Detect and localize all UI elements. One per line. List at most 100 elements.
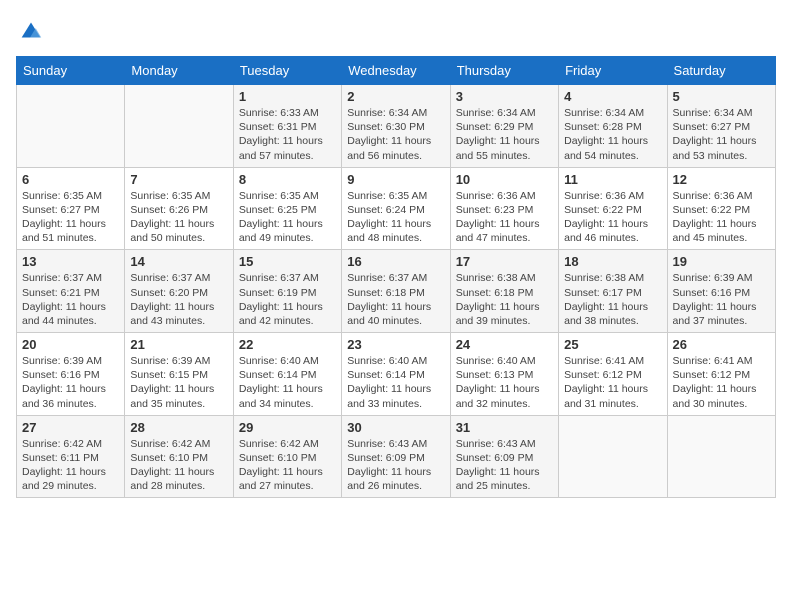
calendar-cell: 23Sunrise: 6:40 AM Sunset: 6:14 PM Dayli… <box>342 333 450 416</box>
calendar-week-row: 20 Sunrise: 6:39 AM Sunset: 6:16 PM Dayli… <box>17 333 776 416</box>
day-info: Sunrise: 6:41 AM Sunset: 6:12 PM Dayligh… <box>564 354 661 411</box>
day-info: Sunrise: 6:35 AM Sunset: 6:26 PM Dayligh… <box>130 189 227 246</box>
calendar-cell: 5 Sunrise: 6:34 AM Sunset: 6:27 PM Daylig… <box>667 85 775 168</box>
calendar-cell: 6 Sunrise: 6:35 AM Sunset: 6:27 PM Daylig… <box>17 167 125 250</box>
day-number: 19 <box>673 254 770 269</box>
calendar-cell: 10 Sunrise: 6:36 AM Sunset: 6:23 PM Dayli… <box>450 167 558 250</box>
calendar-cell <box>559 415 667 498</box>
calendar-cell: 11 Sunrise: 6:36 AM Sunset: 6:22 PM Dayli… <box>559 167 667 250</box>
day-number: 29 <box>239 420 336 435</box>
day-info: Sunrise: 6:43 AM Sunset: 6:09 PM Dayligh… <box>456 437 553 494</box>
day-info: Sunrise: 6:38 AM Sunset: 6:17 PM Dayligh… <box>564 271 661 328</box>
calendar-cell: 17 Sunrise: 6:38 AM Sunset: 6:18 PM Dayli… <box>450 250 558 333</box>
day-number: 21 <box>130 337 227 352</box>
calendar-cell <box>667 415 775 498</box>
weekday-header-monday: Monday <box>125 57 233 85</box>
calendar-cell: 20 Sunrise: 6:39 AM Sunset: 6:16 PM Dayli… <box>17 333 125 416</box>
calendar-cell: 25 Sunrise: 6:41 AM Sunset: 6:12 PM Dayli… <box>559 333 667 416</box>
day-info: Sunrise: 6:42 AM Sunset: 6:11 PM Dayligh… <box>22 437 119 494</box>
logo-icon <box>17 16 45 44</box>
calendar-cell: 13 Sunrise: 6:37 AM Sunset: 6:21 PM Dayli… <box>17 250 125 333</box>
day-number: 25 <box>564 337 661 352</box>
day-info: Sunrise: 6:35 AM Sunset: 6:25 PM Dayligh… <box>239 189 336 246</box>
calendar-cell: 12 Sunrise: 6:36 AM Sunset: 6:22 PM Dayli… <box>667 167 775 250</box>
weekday-header-sunday: Sunday <box>17 57 125 85</box>
calendar-cell: 15Sunrise: 6:37 AM Sunset: 6:19 PM Dayli… <box>233 250 341 333</box>
weekday-header-friday: Friday <box>559 57 667 85</box>
day-number: 5 <box>673 89 770 104</box>
calendar-cell: 19 Sunrise: 6:39 AM Sunset: 6:16 PM Dayli… <box>667 250 775 333</box>
day-number: 16 <box>347 254 444 269</box>
day-number: 28 <box>130 420 227 435</box>
day-info: Sunrise: 6:36 AM Sunset: 6:22 PM Dayligh… <box>564 189 661 246</box>
calendar-cell: 29 Sunrise: 6:42 AM Sunset: 6:10 PM Dayli… <box>233 415 341 498</box>
calendar-week-row: 13 Sunrise: 6:37 AM Sunset: 6:21 PM Dayli… <box>17 250 776 333</box>
day-info: Sunrise: 6:42 AM Sunset: 6:10 PM Dayligh… <box>130 437 227 494</box>
calendar-week-row: 6 Sunrise: 6:35 AM Sunset: 6:27 PM Daylig… <box>17 167 776 250</box>
calendar-cell: 26 Sunrise: 6:41 AM Sunset: 6:12 PM Dayli… <box>667 333 775 416</box>
calendar-cell: 1 Sunrise: 6:33 AM Sunset: 6:31 PM Daylig… <box>233 85 341 168</box>
calendar-cell: 22Sunrise: 6:40 AM Sunset: 6:14 PM Dayli… <box>233 333 341 416</box>
calendar-cell: 30Sunrise: 6:43 AM Sunset: 6:09 PM Dayli… <box>342 415 450 498</box>
day-number: 20 <box>22 337 119 352</box>
day-info: Sunrise: 6:42 AM Sunset: 6:10 PM Dayligh… <box>239 437 336 494</box>
day-number: 2 <box>347 89 444 104</box>
weekday-header-thursday: Thursday <box>450 57 558 85</box>
day-info: Sunrise: 6:41 AM Sunset: 6:12 PM Dayligh… <box>673 354 770 411</box>
day-number: 8 <box>239 172 336 187</box>
calendar-cell: 9 Sunrise: 6:35 AM Sunset: 6:24 PM Daylig… <box>342 167 450 250</box>
day-info: Sunrise: 6:38 AM Sunset: 6:18 PM Dayligh… <box>456 271 553 328</box>
day-info: Sunrise: 6:39 AM Sunset: 6:16 PM Dayligh… <box>673 271 770 328</box>
day-info: Sunrise: 6:37 AM Sunset: 6:18 PM Dayligh… <box>347 271 444 328</box>
day-info: Sunrise: 6:36 AM Sunset: 6:23 PM Dayligh… <box>456 189 553 246</box>
weekday-header-wednesday: Wednesday <box>342 57 450 85</box>
day-info: Sunrise: 6:35 AM Sunset: 6:24 PM Dayligh… <box>347 189 444 246</box>
calendar-table: SundayMondayTuesdayWednesdayThursdayFrid… <box>16 56 776 498</box>
day-number: 12 <box>673 172 770 187</box>
day-number: 6 <box>22 172 119 187</box>
day-number: 30 <box>347 420 444 435</box>
calendar-cell: 24 Sunrise: 6:40 AM Sunset: 6:13 PM Dayli… <box>450 333 558 416</box>
day-number: 7 <box>130 172 227 187</box>
day-info: Sunrise: 6:40 AM Sunset: 6:13 PM Dayligh… <box>456 354 553 411</box>
day-info: Sunrise: 6:34 AM Sunset: 6:28 PM Dayligh… <box>564 106 661 163</box>
day-number: 11 <box>564 172 661 187</box>
calendar-cell <box>125 85 233 168</box>
calendar-cell: 8 Sunrise: 6:35 AM Sunset: 6:25 PM Daylig… <box>233 167 341 250</box>
day-number: 13 <box>22 254 119 269</box>
calendar-cell: 27 Sunrise: 6:42 AM Sunset: 6:11 PM Dayli… <box>17 415 125 498</box>
day-info: Sunrise: 6:39 AM Sunset: 6:15 PM Dayligh… <box>130 354 227 411</box>
calendar-cell: 28 Sunrise: 6:42 AM Sunset: 6:10 PM Dayli… <box>125 415 233 498</box>
day-number: 9 <box>347 172 444 187</box>
day-number: 26 <box>673 337 770 352</box>
day-info: Sunrise: 6:34 AM Sunset: 6:27 PM Dayligh… <box>673 106 770 163</box>
day-info: Sunrise: 6:34 AM Sunset: 6:29 PM Dayligh… <box>456 106 553 163</box>
day-number: 1 <box>239 89 336 104</box>
day-info: Sunrise: 6:34 AM Sunset: 6:30 PM Dayligh… <box>347 106 444 163</box>
calendar-cell: 3 Sunrise: 6:34 AM Sunset: 6:29 PM Daylig… <box>450 85 558 168</box>
day-number: 10 <box>456 172 553 187</box>
calendar-cell: 14Sunrise: 6:37 AM Sunset: 6:20 PM Dayli… <box>125 250 233 333</box>
weekday-header-saturday: Saturday <box>667 57 775 85</box>
day-info: Sunrise: 6:37 AM Sunset: 6:21 PM Dayligh… <box>22 271 119 328</box>
calendar-week-row: 27 Sunrise: 6:42 AM Sunset: 6:11 PM Dayli… <box>17 415 776 498</box>
weekday-header-tuesday: Tuesday <box>233 57 341 85</box>
day-info: Sunrise: 6:39 AM Sunset: 6:16 PM Dayligh… <box>22 354 119 411</box>
day-number: 17 <box>456 254 553 269</box>
day-number: 27 <box>22 420 119 435</box>
day-info: Sunrise: 6:35 AM Sunset: 6:27 PM Dayligh… <box>22 189 119 246</box>
calendar-cell: 16 Sunrise: 6:37 AM Sunset: 6:18 PM Dayli… <box>342 250 450 333</box>
day-number: 14 <box>130 254 227 269</box>
day-info: Sunrise: 6:36 AM Sunset: 6:22 PM Dayligh… <box>673 189 770 246</box>
day-number: 15 <box>239 254 336 269</box>
day-number: 24 <box>456 337 553 352</box>
page-header <box>16 16 776 44</box>
day-number: 31 <box>456 420 553 435</box>
day-info: Sunrise: 6:33 AM Sunset: 6:31 PM Dayligh… <box>239 106 336 163</box>
calendar-cell: 31 Sunrise: 6:43 AM Sunset: 6:09 PM Dayli… <box>450 415 558 498</box>
calendar-cell: 4Sunrise: 6:34 AM Sunset: 6:28 PM Daylig… <box>559 85 667 168</box>
calendar-cell: 21 Sunrise: 6:39 AM Sunset: 6:15 PM Dayli… <box>125 333 233 416</box>
day-number: 18 <box>564 254 661 269</box>
day-number: 3 <box>456 89 553 104</box>
logo <box>16 16 47 44</box>
